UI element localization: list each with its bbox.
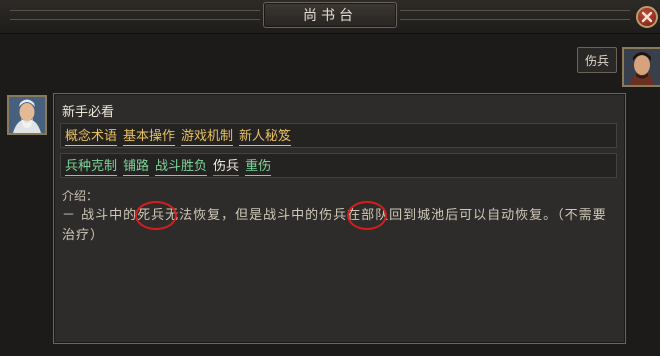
player-message-bubble: 伤兵 (577, 47, 617, 73)
subtab-battle-outcome[interactable]: 战斗胜负 (155, 155, 208, 176)
tab-game-mechanics[interactable]: 游戏机制 (181, 125, 234, 146)
player-avatar[interactable] (622, 47, 660, 87)
close-button[interactable] (636, 6, 658, 28)
annotation-circle-dead-soldiers (135, 201, 177, 230)
guide-panel: 新手必看 概念术语 基本操作 游戏机制 新人秘笈 兵种克制 铺路 战斗胜负 伤兵… (53, 93, 626, 344)
window-title: 尚书台 (303, 8, 357, 24)
close-icon (641, 11, 653, 23)
subtab-wounded-soldiers[interactable]: 伤兵 (213, 155, 240, 176)
advisor-portrait-icon (9, 97, 45, 133)
window-title-plate: 尚书台 (263, 2, 397, 28)
tab-newbie-tips[interactable]: 新人秘笈 (239, 125, 292, 146)
main-tab-row: 概念术语 基本操作 游戏机制 新人秘笈 (60, 123, 617, 148)
advisor-avatar[interactable] (7, 95, 47, 135)
player-message-text: 伤兵 (584, 53, 609, 68)
sub-tab-row: 兵种克制 铺路 战斗胜负 伤兵 重伤 (60, 153, 617, 178)
subtab-heavy-injury[interactable]: 重伤 (245, 155, 272, 176)
subtab-unit-counters[interactable]: 兵种克制 (65, 155, 118, 176)
panel-title: 新手必看 (62, 105, 115, 120)
annotation-circle-wounded-soldiers (347, 201, 387, 230)
top-bar: 尚书台 (0, 0, 660, 34)
tab-basic-operations[interactable]: 基本操作 (123, 125, 176, 146)
subtab-road-building[interactable]: 铺路 (123, 155, 150, 176)
title-ornament-right (400, 10, 630, 20)
title-ornament-left (10, 10, 260, 20)
player-portrait-icon (624, 49, 660, 85)
tab-concept-terms[interactable]: 概念术语 (65, 125, 118, 146)
intro-label: 介绍： (62, 189, 99, 203)
